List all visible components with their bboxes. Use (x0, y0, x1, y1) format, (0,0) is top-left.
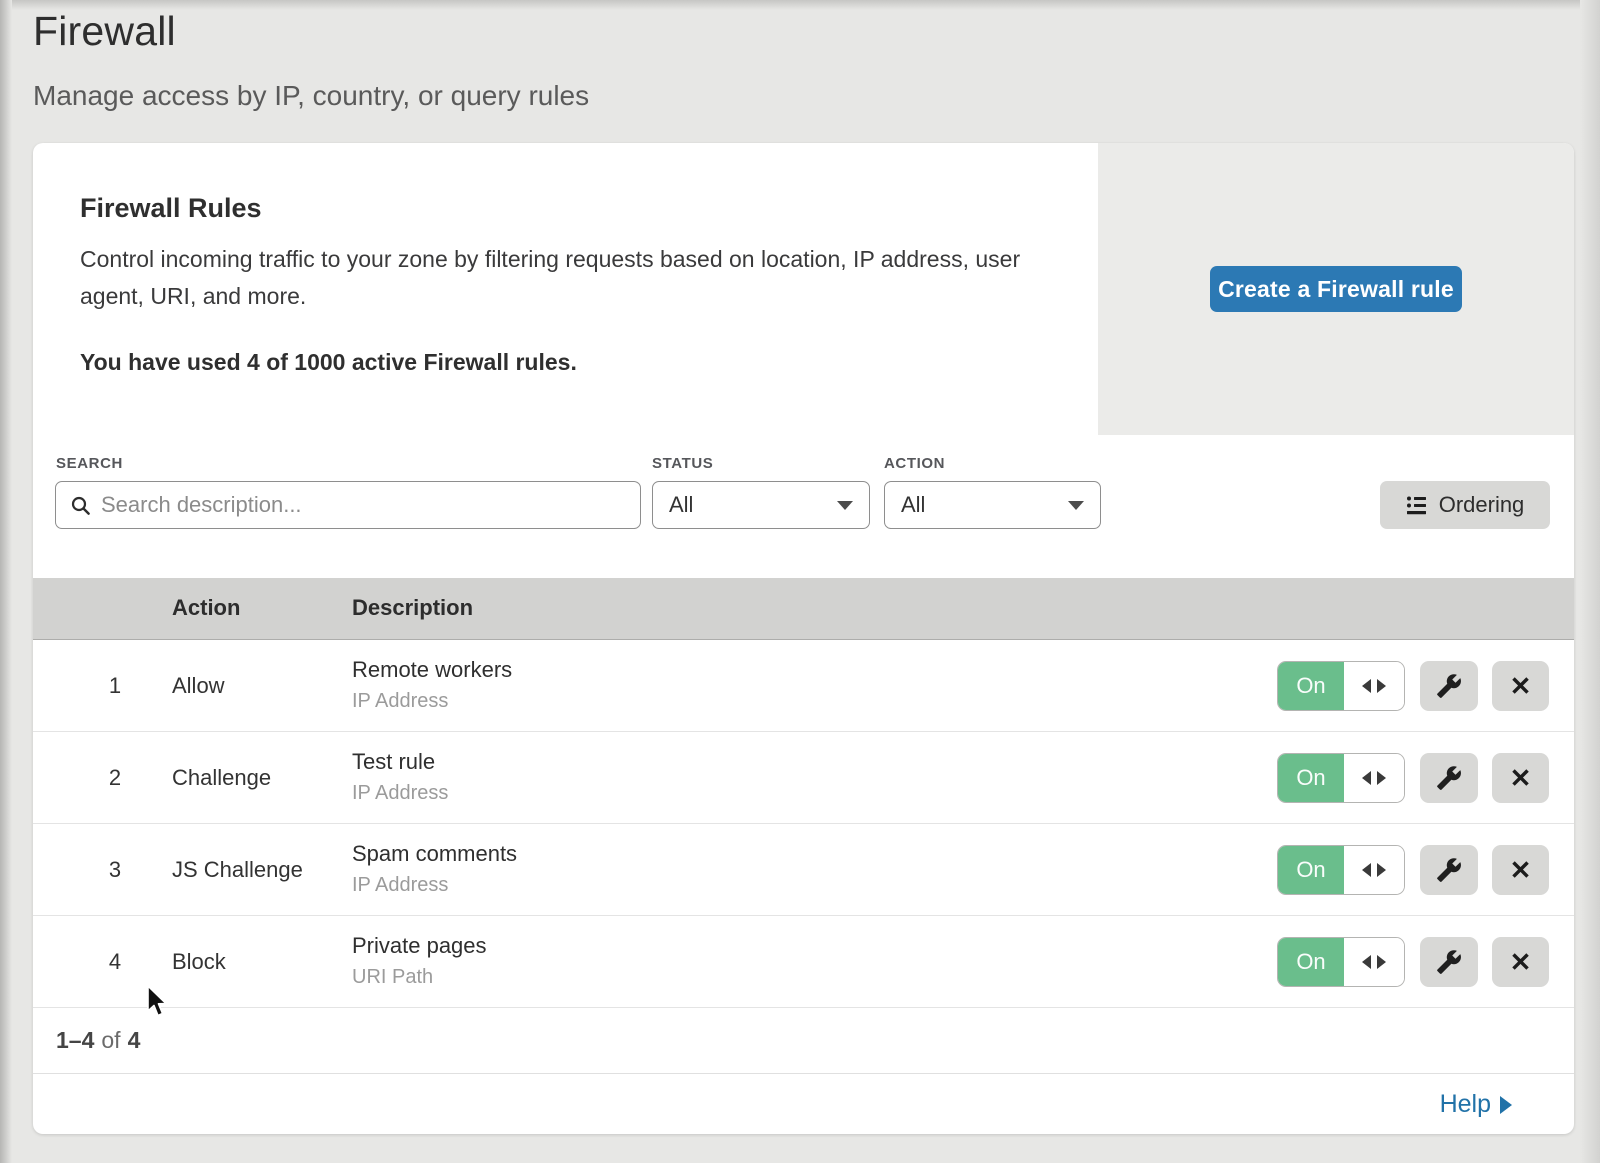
rule-description-cell: Test rule IP Address (352, 749, 448, 805)
edit-rule-button[interactable] (1420, 753, 1478, 803)
rule-priority: 1 (95, 673, 135, 699)
rule-match-field: IP Address (352, 690, 512, 713)
ordering-button-label: Ordering (1439, 492, 1525, 518)
chevron-down-icon (1068, 501, 1084, 510)
rule-priority: 2 (95, 765, 135, 791)
toggle-handle[interactable] (1344, 754, 1404, 802)
pagination-total: 4 (128, 1027, 141, 1054)
arrow-right-icon (1377, 679, 1386, 693)
create-rule-panel: Create a Firewall rule (1098, 143, 1574, 435)
rule-description: Remote workers (352, 657, 512, 683)
arrow-left-icon (1362, 863, 1371, 877)
close-icon: ✕ (1510, 949, 1532, 975)
arrow-right-icon (1500, 1096, 1512, 1114)
arrow-right-icon (1377, 771, 1386, 785)
page-title: Firewall (33, 8, 176, 55)
card-heading: Firewall Rules (80, 193, 262, 224)
close-icon: ✕ (1510, 857, 1532, 883)
rule-description: Spam comments (352, 841, 517, 867)
toggle-on-segment[interactable]: On (1278, 662, 1344, 710)
rule-enabled-toggle[interactable]: On (1277, 753, 1405, 803)
pagination-of: of (101, 1027, 120, 1054)
ordering-button[interactable]: Ordering (1380, 481, 1550, 529)
arrow-right-icon (1377, 955, 1386, 969)
firewall-rules-card: Create a Firewall rule Firewall Rules Co… (33, 143, 1574, 1134)
table-row: 2 Challenge Test rule IP Address On ✕ (33, 732, 1574, 824)
search-input[interactable] (101, 492, 626, 518)
wrench-icon (1436, 765, 1462, 791)
window-right-edge (1580, 0, 1600, 1163)
rule-enabled-toggle[interactable]: On (1277, 937, 1405, 987)
edit-rule-button[interactable] (1420, 937, 1478, 987)
toggle-on-segment[interactable]: On (1278, 846, 1344, 894)
status-label: STATUS (652, 455, 713, 472)
wrench-icon (1436, 673, 1462, 699)
table-row: 3 JS Challenge Spam comments IP Address … (33, 824, 1574, 916)
toggle-on-segment[interactable]: On (1278, 938, 1344, 986)
ordered-list-icon (1406, 494, 1428, 516)
delete-rule-button[interactable]: ✕ (1492, 937, 1549, 987)
action-select[interactable]: All (884, 481, 1101, 529)
edit-rule-button[interactable] (1420, 661, 1478, 711)
create-firewall-rule-button[interactable]: Create a Firewall rule (1210, 266, 1462, 312)
rule-priority: 4 (95, 949, 135, 975)
rule-description-cell: Spam comments IP Address (352, 841, 517, 897)
delete-rule-button[interactable]: ✕ (1492, 753, 1549, 803)
toggle-handle[interactable] (1344, 938, 1404, 986)
search-label: SEARCH (56, 455, 123, 472)
rule-action: Block (172, 949, 226, 975)
status-select-value: All (669, 492, 693, 518)
delete-rule-button[interactable]: ✕ (1492, 845, 1549, 895)
rule-match-field: IP Address (352, 782, 448, 805)
delete-rule-button[interactable]: ✕ (1492, 661, 1549, 711)
usage-summary: You have used 4 of 1000 active Firewall … (80, 349, 577, 376)
arrow-left-icon (1362, 679, 1371, 693)
toggle-on-segment[interactable]: On (1278, 754, 1344, 802)
window-top-edge (0, 0, 1600, 10)
search-icon (70, 495, 91, 516)
help-row: Help (33, 1073, 1574, 1134)
action-label: ACTION (884, 455, 945, 472)
rule-action: Challenge (172, 765, 271, 791)
table-row: 4 Block Private pages URI Path On ✕ (33, 916, 1574, 1008)
status-select[interactable]: All (652, 481, 870, 529)
rule-action: Allow (172, 673, 225, 699)
rule-enabled-toggle[interactable]: On (1277, 661, 1405, 711)
table-row: 1 Allow Remote workers IP Address On ✕ (33, 640, 1574, 732)
card-description: Control incoming traffic to your zone by… (80, 241, 1065, 315)
close-icon: ✕ (1510, 765, 1532, 791)
search-input-wrapper (55, 481, 641, 529)
column-header-action: Action (172, 595, 240, 621)
arrow-left-icon (1362, 771, 1371, 785)
chevron-down-icon (837, 501, 853, 510)
table-header: Action Description (33, 578, 1574, 640)
arrow-left-icon (1362, 955, 1371, 969)
rule-enabled-toggle[interactable]: On (1277, 845, 1405, 895)
rule-match-field: IP Address (352, 874, 517, 897)
rule-description-cell: Private pages URI Path (352, 933, 487, 989)
window-left-edge (0, 0, 12, 1163)
rule-match-field: URI Path (352, 966, 487, 989)
column-header-description: Description (352, 595, 473, 621)
arrow-right-icon (1377, 863, 1386, 877)
pagination: 1–4 of 4 (33, 1008, 1574, 1073)
help-link-label: Help (1440, 1090, 1491, 1119)
rule-action: JS Challenge (172, 857, 303, 883)
rule-description: Test rule (352, 749, 448, 775)
pagination-range: 1–4 (56, 1027, 94, 1054)
rule-description: Private pages (352, 933, 487, 959)
rule-description-cell: Remote workers IP Address (352, 657, 512, 713)
wrench-icon (1436, 857, 1462, 883)
page-subtitle: Manage access by IP, country, or query r… (33, 80, 589, 112)
help-link[interactable]: Help (1440, 1090, 1512, 1119)
toggle-handle[interactable] (1344, 662, 1404, 710)
rule-priority: 3 (95, 857, 135, 883)
edit-rule-button[interactable] (1420, 845, 1478, 895)
close-icon: ✕ (1510, 673, 1532, 699)
wrench-icon (1436, 949, 1462, 975)
screen: Firewall Manage access by IP, country, o… (0, 0, 1600, 1163)
action-select-value: All (901, 492, 925, 518)
toggle-handle[interactable] (1344, 846, 1404, 894)
